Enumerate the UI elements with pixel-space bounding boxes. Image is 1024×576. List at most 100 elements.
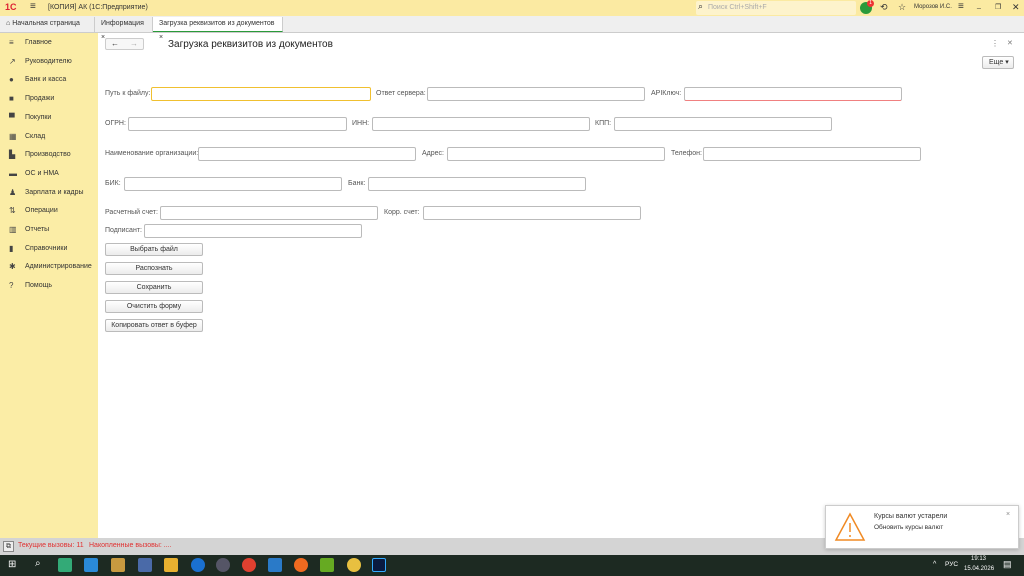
path-input[interactable] xyxy=(151,87,371,101)
main-menu-icon[interactable]: ≡ xyxy=(30,1,36,12)
bank-input[interactable] xyxy=(368,177,586,191)
phone-label: Телефон: xyxy=(671,150,702,157)
sidebar-item-label: ОС и НМА xyxy=(25,169,59,177)
ogrn-input[interactable] xyxy=(128,117,347,131)
app-icon-11[interactable] xyxy=(320,558,334,572)
chrome-icon[interactable] xyxy=(242,558,256,572)
operations-icon: ⇅ xyxy=(9,206,16,216)
gear-icon: ✱ xyxy=(9,262,16,272)
server-input[interactable] xyxy=(427,87,645,101)
recognize-button[interactable]: Распознать xyxy=(105,262,203,275)
more-vertical-icon[interactable]: ⋮ xyxy=(991,39,999,48)
star-icon[interactable]: ☆ xyxy=(898,2,906,13)
apikey-label: APIКлюч: xyxy=(651,90,682,97)
close-window-icon[interactable]: ✕ xyxy=(1012,2,1020,13)
user-name[interactable]: Морозов И.С. xyxy=(914,4,952,10)
chart-icon: ▥ xyxy=(9,225,17,234)
inn-label: ИНН: xyxy=(352,120,370,127)
tab-load-requisites[interactable]: Загрузка реквизитов из документов × xyxy=(153,17,283,41)
path-label: Путь к файлу: xyxy=(105,90,151,97)
phone-input[interactable] xyxy=(703,147,921,161)
app-icon-6[interactable] xyxy=(191,558,205,572)
app-icon-2[interactable] xyxy=(84,558,98,572)
clear-form-button[interactable]: Очистить форму xyxy=(105,300,203,313)
app-icon-4[interactable] xyxy=(138,558,152,572)
kpp-input[interactable] xyxy=(614,117,832,131)
inn-input[interactable] xyxy=(372,117,590,131)
close-form-icon[interactable]: ✕ xyxy=(1007,39,1013,47)
sidebar-item[interactable]: ▦ Склад xyxy=(0,129,98,145)
title-bar: 1С ≡ [КОПИЯ] АК (1С:Предприятие) ⌕ Поиск… xyxy=(0,0,1024,16)
forward-arrow-icon[interactable]: → xyxy=(130,39,138,48)
tab-label: Загрузка реквизитов из документов xyxy=(159,20,275,27)
account-input[interactable] xyxy=(160,206,378,220)
search-icon: ⌕ xyxy=(698,1,704,11)
clock-time[interactable]: 19:13 xyxy=(971,556,986,562)
save-button[interactable]: Сохранить xyxy=(105,281,203,294)
bank-label: Банк: xyxy=(348,180,366,187)
sidebar-item[interactable]: ■ Продажи xyxy=(0,91,98,107)
search-taskbar-icon[interactable]: ⌕ xyxy=(35,558,41,569)
tab-info[interactable]: Информация × xyxy=(95,17,153,41)
action-center-icon[interactable]: ▤ xyxy=(1003,559,1012,570)
app-icon-9[interactable] xyxy=(268,558,282,572)
current-calls: Текущие вызовы: 11 xyxy=(18,542,84,549)
restore-icon[interactable]: ❐ xyxy=(995,3,1001,11)
sidebar-item[interactable]: ● Банк и касса xyxy=(0,72,98,88)
notification-link[interactable]: Обновить курсы валют xyxy=(874,524,943,531)
bik-label: БИК: xyxy=(105,180,121,187)
firefox-icon[interactable] xyxy=(294,558,308,572)
back-arrow-icon[interactable]: ← xyxy=(111,39,119,48)
sidebar-item[interactable]: ▀ Покупки xyxy=(0,110,98,126)
1c-taskbar-icon[interactable] xyxy=(347,558,361,572)
start-icon[interactable]: ⊞ xyxy=(8,559,16,570)
close-tab-icon[interactable]: × xyxy=(159,34,163,41)
sidebar-item[interactable]: ▙ Производство xyxy=(0,147,98,163)
sidebar-item[interactable]: ↗ Руководителю xyxy=(0,54,98,70)
accumulated-calls: Накопленные вызовы: .... xyxy=(89,542,172,549)
app-icon-3[interactable] xyxy=(111,558,125,572)
app-icon-1[interactable] xyxy=(58,558,72,572)
tab-home[interactable]: ⌂ Начальная страница xyxy=(0,17,95,32)
warehouse-icon: ▦ xyxy=(9,131,17,141)
sidebar-item-label: Склад xyxy=(25,132,46,140)
sidebar-item[interactable]: ▮ Справочники xyxy=(0,241,98,257)
org-input[interactable] xyxy=(198,147,416,161)
trend-icon: ↗ xyxy=(9,56,16,66)
signer-label: Подписант: xyxy=(105,227,142,234)
sidebar-item[interactable]: ▬ ОС и НМА xyxy=(0,166,98,182)
windows-icon[interactable]: ⧉ xyxy=(3,541,14,552)
sidebar-item[interactable]: ? Помощь xyxy=(0,278,98,294)
copy-response-button[interactable]: Копировать ответ в буфер xyxy=(105,319,203,332)
minimize-icon[interactable]: _ xyxy=(977,2,981,9)
file-explorer-icon[interactable] xyxy=(164,558,178,572)
tray-chevron-icon[interactable]: ^ xyxy=(933,561,936,568)
sidebar-item[interactable]: ♟ Зарплата и кадры xyxy=(0,185,98,201)
choose-file-button[interactable]: Выбрать файл xyxy=(105,243,203,256)
kpp-label: КПП: xyxy=(595,120,612,127)
addr-input[interactable] xyxy=(447,147,665,161)
sidebar-item-label: Производство xyxy=(25,151,71,159)
settings-menu-icon[interactable]: ≡ xyxy=(958,1,964,12)
sidebar-item-label: Справочники xyxy=(25,244,68,252)
apikey-input[interactable] xyxy=(684,87,902,101)
more-button[interactable]: Еще ▾ xyxy=(982,56,1014,69)
sidebar-item[interactable]: ≡ Главное xyxy=(0,35,98,51)
sidebar-item[interactable]: ▥ Отчеты xyxy=(0,222,98,238)
app-icon-7[interactable] xyxy=(216,558,230,572)
signer-input[interactable] xyxy=(144,224,362,238)
menu-icon: ≡ xyxy=(9,38,14,47)
sidebar-item[interactable]: ⇅ Операции xyxy=(0,203,98,219)
sidebar-item[interactable]: ✱ Администрирование xyxy=(0,259,98,275)
history-icon[interactable]: ⟲ xyxy=(880,2,888,13)
bik-input[interactable] xyxy=(124,177,342,191)
warning-icon xyxy=(834,512,866,541)
photoshop-icon[interactable] xyxy=(372,558,386,572)
language-indicator[interactable]: РУС xyxy=(945,561,958,568)
search-input[interactable]: ⌕ Поиск Ctrl+Shift+F xyxy=(696,1,856,15)
notification-popup[interactable]: Курсы валют устарели Обновить курсы валю… xyxy=(825,505,1019,549)
cart-icon: ▀ xyxy=(9,112,15,122)
close-notification-icon[interactable]: × xyxy=(1006,511,1010,518)
clock-date[interactable]: 15.04.2026 xyxy=(964,566,994,572)
corr-input[interactable] xyxy=(423,206,641,220)
